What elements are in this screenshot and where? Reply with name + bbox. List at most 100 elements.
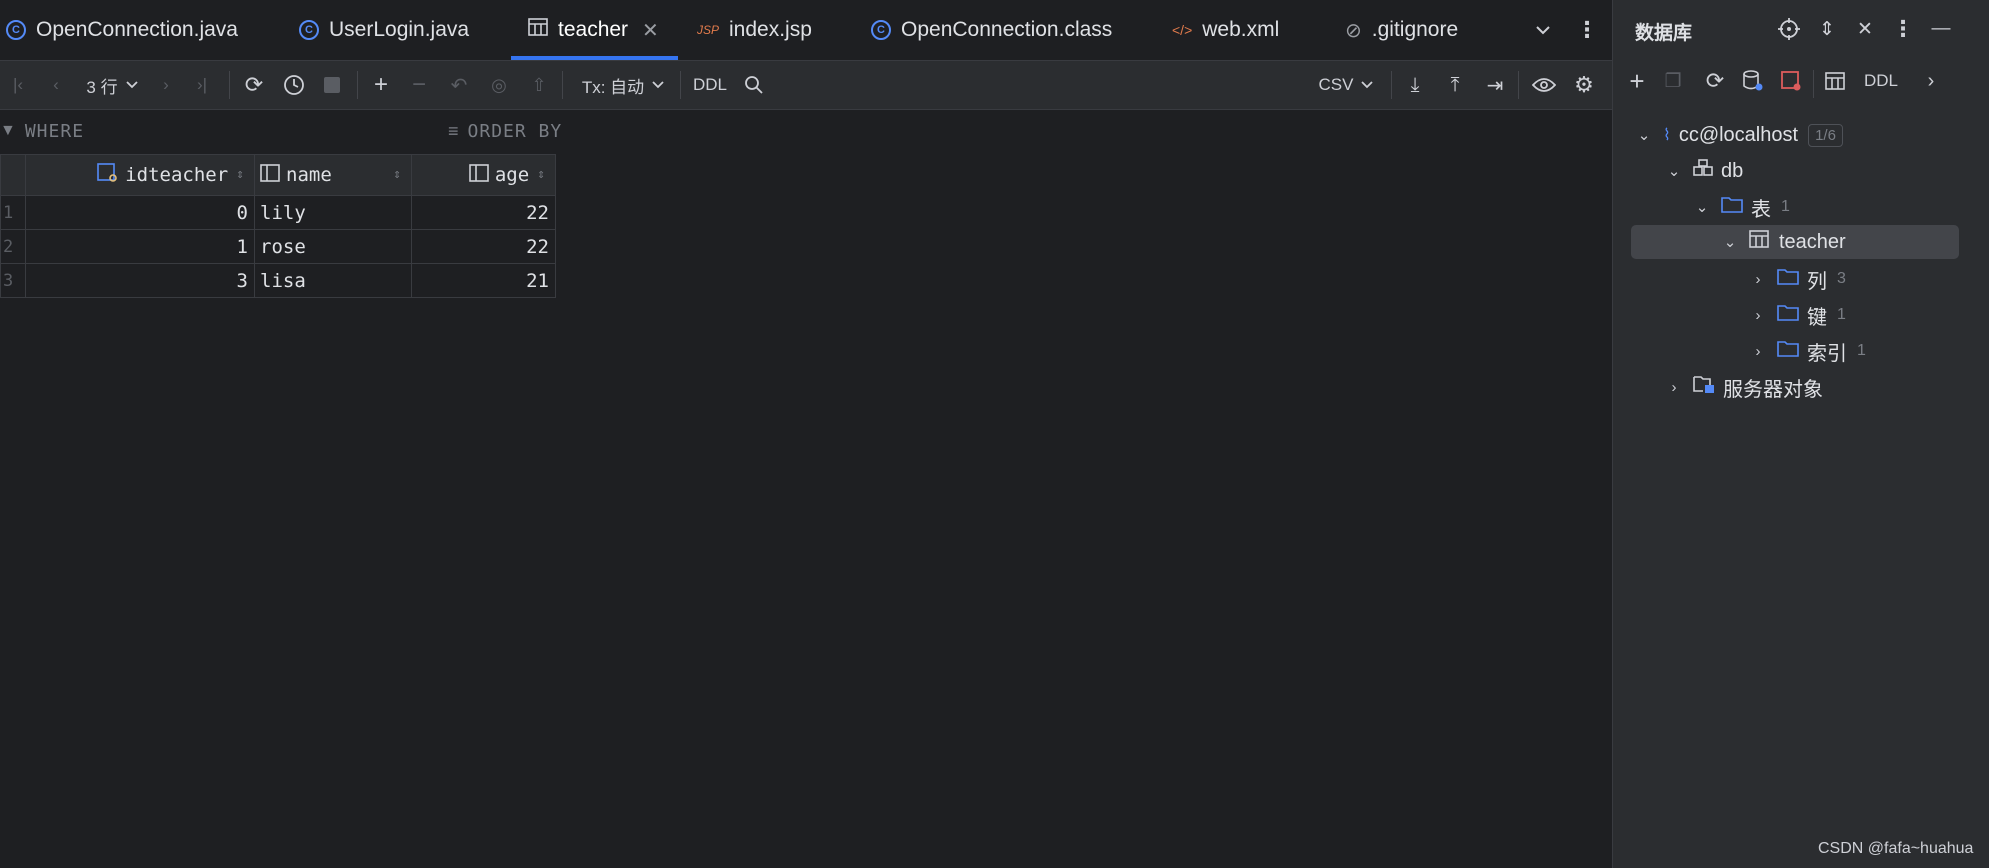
sort-toggle-icon[interactable]: ⇕ bbox=[393, 168, 401, 181]
row-count-dropdown[interactable]: 3 行 bbox=[82, 61, 142, 109]
history-icon[interactable] bbox=[280, 61, 308, 109]
last-page-icon[interactable]: ›| bbox=[190, 61, 214, 109]
next-page-icon[interactable]: › bbox=[154, 61, 178, 109]
export-format-dropdown[interactable]: CSV bbox=[1316, 61, 1376, 109]
prev-page-icon[interactable]: ‹ bbox=[44, 61, 68, 109]
more-options-icon[interactable]: ⋮ bbox=[1889, 14, 1917, 44]
ddl-button[interactable]: DDL bbox=[692, 61, 728, 109]
chevron-right-icon[interactable]: › bbox=[1747, 271, 1769, 288]
cell-idteacher[interactable]: 0 bbox=[25, 195, 255, 230]
tab-teacher[interactable]: teacher ✕ bbox=[528, 0, 659, 60]
tree-item-schema[interactable]: ⌄ db bbox=[1663, 154, 1743, 188]
cell-name[interactable]: lisa bbox=[254, 263, 412, 298]
tree-item-indexes-folder[interactable]: › 索引 1 bbox=[1747, 334, 1866, 368]
tree-item-table-teacher[interactable]: ⌄ teacher bbox=[1631, 225, 1959, 259]
refresh-icon[interactable]: ⟳ bbox=[240, 61, 268, 109]
row-number: 1 bbox=[0, 195, 26, 230]
tree-item-server-objects[interactable]: › 服务器对象 bbox=[1663, 370, 1823, 404]
data-source-properties-icon[interactable] bbox=[1739, 66, 1767, 96]
cell-age[interactable]: 22 bbox=[411, 229, 556, 264]
order-by-label: ORDER BY bbox=[467, 120, 563, 142]
column-header-idteacher[interactable]: idteacher ⇕ bbox=[25, 154, 255, 196]
copy-icon[interactable]: ❐ bbox=[1659, 66, 1687, 96]
first-page-icon[interactable]: |‹ bbox=[6, 61, 30, 109]
submit-icon[interactable]: ⇧ bbox=[526, 61, 552, 109]
cell-age[interactable]: 21 bbox=[411, 263, 556, 298]
filter-icon: ▼ bbox=[0, 122, 17, 139]
preview-changes-icon[interactable]: ◎ bbox=[486, 61, 512, 109]
tab-label: index.jsp bbox=[729, 18, 812, 41]
column-header-age[interactable]: age ⇕ bbox=[411, 154, 556, 196]
tree-item-keys-folder[interactable]: › 键 1 bbox=[1747, 298, 1846, 332]
expand-all-icon[interactable]: ⇕ bbox=[1813, 14, 1841, 44]
order-by-field[interactable]: ≡ ORDER BY bbox=[448, 110, 562, 152]
chevron-right-icon[interactable]: › bbox=[1917, 66, 1945, 96]
upload-icon[interactable]: ⤒ bbox=[1442, 61, 1468, 109]
tab-gitignore[interactable]: ⊘ .gitignore bbox=[1345, 0, 1458, 60]
toolbar-divider bbox=[562, 71, 563, 99]
jsp-icon: JSP bbox=[697, 23, 720, 37]
result-grid: idteacher ⇕ name ⇕ age ⇕ 1 0 lily 22 2 1… bbox=[0, 154, 556, 298]
where-filter-field[interactable]: ▼ WHERE bbox=[0, 110, 84, 152]
sort-toggle-icon[interactable]: ⇕ bbox=[537, 168, 545, 181]
stop-icon[interactable] bbox=[320, 61, 344, 109]
chevron-down-icon[interactable]: ⌄ bbox=[1633, 126, 1655, 144]
transaction-mode-dropdown[interactable]: Tx: 自动 bbox=[578, 61, 668, 109]
tab-list-dropdown-icon[interactable] bbox=[1535, 0, 1551, 60]
chevron-right-icon[interactable]: › bbox=[1747, 343, 1769, 360]
add-icon[interactable]: + bbox=[1623, 66, 1651, 96]
disconnect-icon[interactable] bbox=[1777, 66, 1805, 96]
add-row-icon[interactable]: + bbox=[368, 61, 394, 109]
cell-name[interactable]: rose bbox=[254, 229, 412, 264]
chevron-down-icon[interactable]: ⌄ bbox=[1719, 233, 1741, 251]
column-icon bbox=[469, 163, 489, 187]
tab-label: OpenConnection.java bbox=[36, 18, 238, 41]
chevron-right-icon[interactable]: › bbox=[1747, 307, 1769, 324]
table-icon[interactable] bbox=[1821, 66, 1849, 96]
gear-icon[interactable]: ⚙ bbox=[1570, 61, 1598, 109]
ddl-button[interactable]: DDL bbox=[1859, 66, 1903, 96]
grid-toolbar: |‹ ‹ 3 行 › ›| ⟳ + − ↶ ◎ ⇧ Tx: 自动 DDL CSV… bbox=[0, 61, 1612, 110]
tab-openconnection-class[interactable]: C OpenConnection.class bbox=[871, 0, 1112, 60]
tab-index-jsp[interactable]: JSP index.jsp bbox=[697, 0, 812, 60]
close-icon[interactable]: ✕ bbox=[642, 18, 659, 43]
folder-label: 索引 bbox=[1807, 342, 1847, 365]
tab-web-xml[interactable]: </> web.xml bbox=[1172, 0, 1279, 60]
tree-item-connection[interactable]: ⌄ ⌇ cc@localhost 1/6 bbox=[1633, 118, 1843, 152]
minimize-icon[interactable]: — bbox=[1927, 14, 1955, 44]
cell-idteacher[interactable]: 3 bbox=[25, 263, 255, 298]
tab-userlogin-java[interactable]: C UserLogin.java bbox=[299, 0, 469, 60]
column-header-name[interactable]: name ⇕ bbox=[254, 154, 412, 196]
locate-icon[interactable] bbox=[1775, 14, 1803, 44]
refresh-icon[interactable]: ⟳ bbox=[1701, 66, 1729, 96]
compare-icon[interactable]: ⇥ bbox=[1482, 61, 1508, 109]
search-icon[interactable] bbox=[742, 61, 766, 109]
folder-label: 表 bbox=[1751, 198, 1771, 221]
cell-idteacher[interactable]: 1 bbox=[25, 229, 255, 264]
table-row[interactable]: 2 1 rose 22 bbox=[0, 229, 556, 264]
chevron-down-icon bbox=[1361, 81, 1374, 89]
column-name: age bbox=[494, 164, 530, 186]
sort-toggle-icon[interactable]: ⇕ bbox=[236, 168, 244, 181]
tab-openconnection-java[interactable]: C OpenConnection.java bbox=[6, 0, 238, 60]
download-icon[interactable]: ⤓ bbox=[1402, 61, 1428, 109]
collapse-all-icon[interactable]: ✕ bbox=[1851, 14, 1879, 44]
table-row[interactable]: 3 3 lisa 21 bbox=[0, 263, 556, 298]
tab-label: OpenConnection.class bbox=[901, 18, 1113, 41]
chevron-down-icon[interactable]: ⌄ bbox=[1663, 162, 1685, 180]
table-row[interactable]: 1 0 lily 22 bbox=[0, 195, 556, 230]
tree-item-tables-folder[interactable]: ⌄ 表 1 bbox=[1691, 190, 1790, 224]
cell-age[interactable]: 22 bbox=[411, 195, 556, 230]
chevron-down-icon[interactable]: ⌄ bbox=[1691, 198, 1713, 216]
delete-row-icon[interactable]: − bbox=[406, 61, 432, 109]
view-icon[interactable] bbox=[1530, 61, 1558, 109]
revert-icon[interactable]: ↶ bbox=[446, 61, 472, 109]
tree-item-columns-folder[interactable]: › 列 3 bbox=[1747, 262, 1846, 296]
more-options-icon[interactable]: ⋮ bbox=[1576, 0, 1598, 60]
toolbar-divider bbox=[1813, 70, 1814, 98]
cell-name[interactable]: lily bbox=[254, 195, 412, 230]
chevron-right-icon[interactable]: › bbox=[1663, 379, 1685, 396]
toolbar-divider bbox=[357, 71, 358, 99]
folder-label: 键 bbox=[1807, 306, 1827, 329]
item-count: 1 bbox=[1781, 198, 1790, 215]
